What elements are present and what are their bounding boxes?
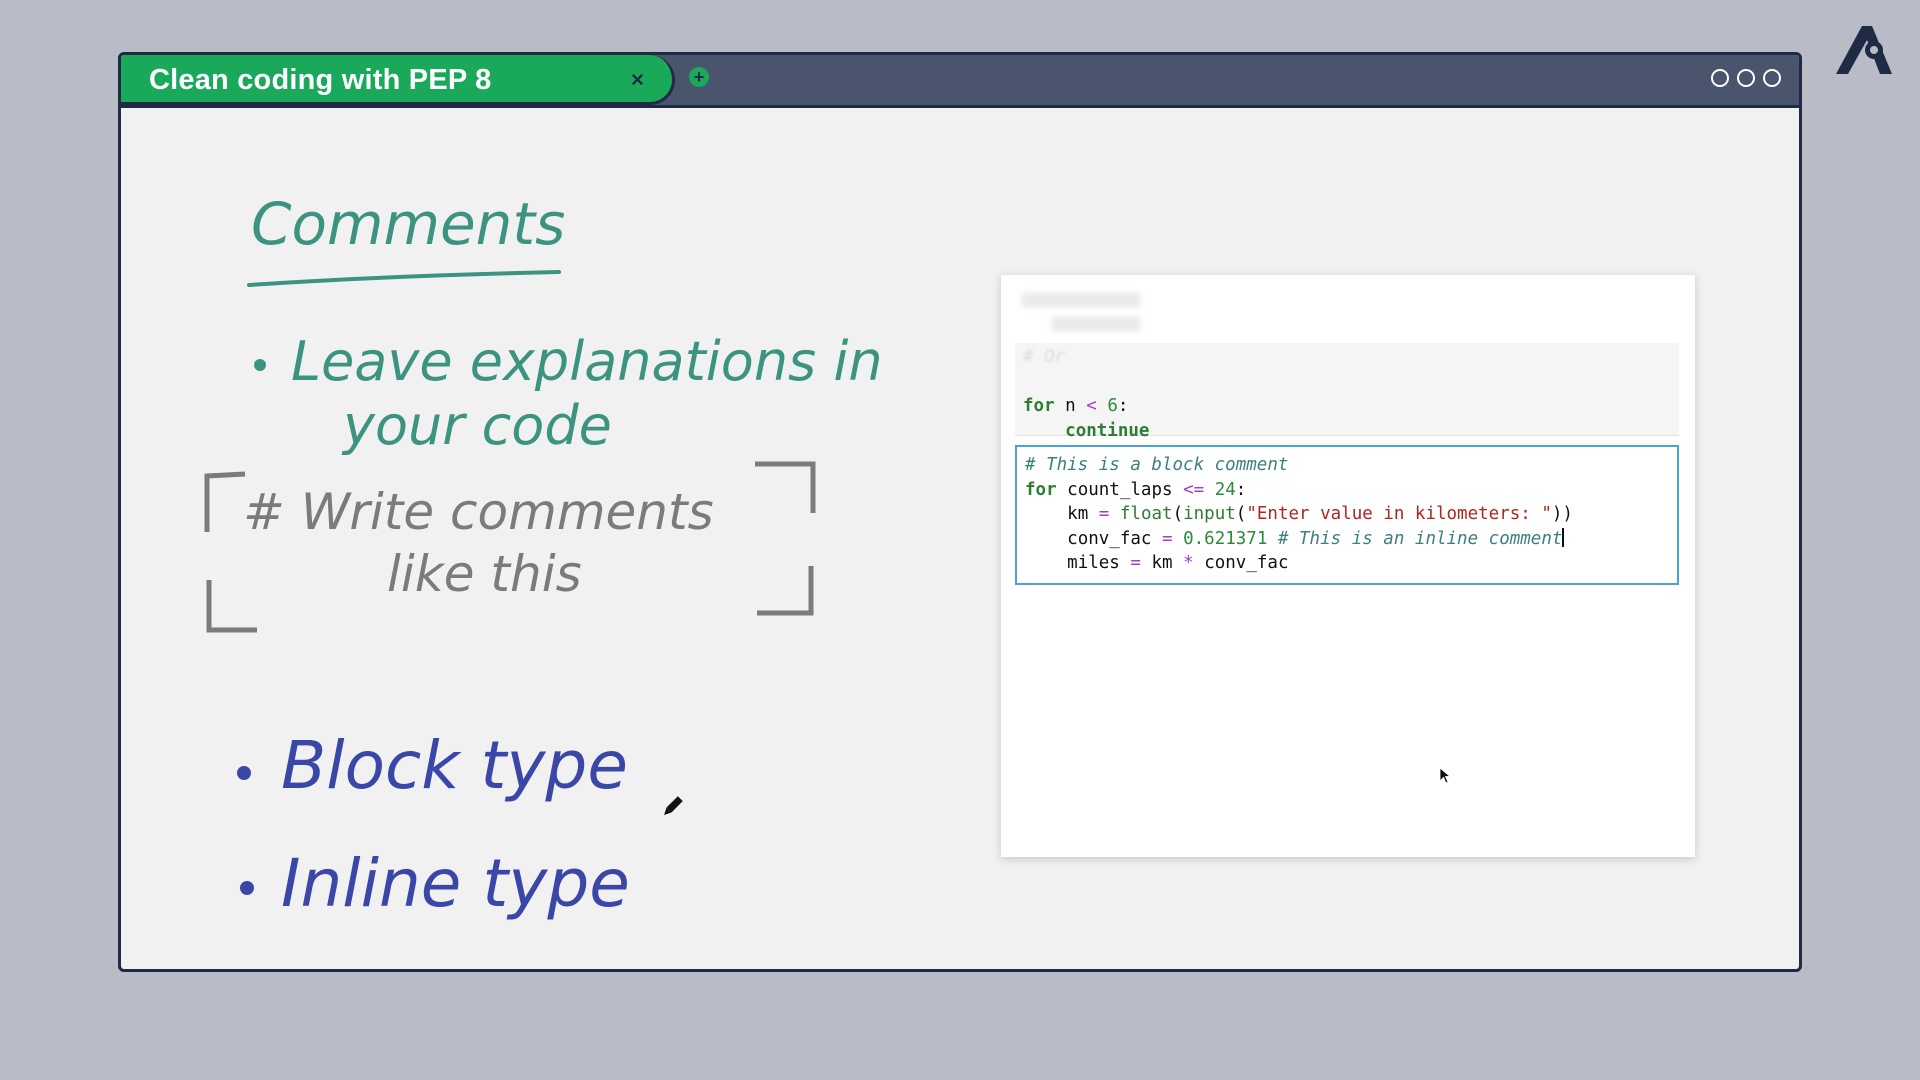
inline-comment: # This is an inline comment <box>1277 528 1563 549</box>
number-literal: 24 <box>1214 479 1236 500</box>
identifier: n <box>1065 396 1076 416</box>
brand-logo-icon <box>1836 26 1892 74</box>
punctuation: )) <box>1551 504 1573 524</box>
window-dot-icon[interactable] <box>1737 69 1755 87</box>
title-bar: Clean coding with PEP 8 × + <box>121 55 1799 108</box>
code-line: km = float(input("Enter value in kilomet… <box>1025 502 1677 527</box>
punctuation: ( <box>1235 504 1247 524</box>
example-line-1: # Write comments <box>243 483 714 541</box>
operator: < <box>1086 396 1097 416</box>
identifier: km <box>1151 553 1173 573</box>
code-line: for count_laps <= 24: <box>1025 478 1677 503</box>
number-literal: 6 <box>1107 396 1118 416</box>
bullet-dot <box>240 881 254 895</box>
code-line: for n < 6: <box>1023 394 1679 419</box>
code-line-block-comment: # This is a block comment <box>1025 455 1289 475</box>
bullet-3-inline-type: Inline type <box>281 845 630 922</box>
identifier: conv_fac <box>1067 528 1152 549</box>
bullet-1-line-1: Leave explanations in <box>291 330 883 393</box>
tab-clean-coding[interactable]: Clean coding with PEP 8 × <box>121 55 675 105</box>
tab-title: Clean coding with PEP 8 <box>149 64 492 96</box>
builtin: float <box>1119 504 1173 524</box>
operator: = <box>1130 553 1141 573</box>
code-line: continue <box>1023 419 1679 444</box>
code-line: conv_fac = 0.621371 # This is an inline … <box>1025 527 1677 552</box>
keyword: for <box>1023 396 1055 416</box>
identifier: km <box>1067 504 1089 524</box>
app-window: Clean coding with PEP 8 × + Comments Lea… <box>118 52 1802 972</box>
heading-underline <box>247 270 561 287</box>
code-cell-previous[interactable]: # Or for n < 6: continue <box>1015 343 1679 441</box>
bullet-2-block-type: Block type <box>281 727 628 804</box>
punctuation: : <box>1235 479 1247 500</box>
window-dot-icon[interactable] <box>1711 69 1729 87</box>
text-caret <box>1562 527 1565 547</box>
code-cell-active[interactable]: # This is a block comment for count_laps … <box>1015 445 1679 585</box>
operator: = <box>1098 504 1110 524</box>
new-tab-plus-icon[interactable]: + <box>689 67 709 87</box>
identifier: count_laps <box>1067 479 1173 500</box>
blurred-header <box>1021 293 1141 341</box>
bracket-bottom-right <box>757 566 814 616</box>
operator: <= <box>1183 479 1205 500</box>
keyword: for <box>1025 479 1057 500</box>
code-line: miles = km * conv_fac <box>1025 551 1677 576</box>
number-literal: 0.621371 <box>1183 528 1268 549</box>
punctuation: : <box>1117 396 1129 416</box>
example-line-2: like this <box>387 545 582 603</box>
builtin: input <box>1183 504 1236 524</box>
operator: * <box>1183 553 1194 573</box>
keyword: continue <box>1065 420 1150 441</box>
bullet-dot <box>254 359 266 371</box>
bullet-1-line-2: your code <box>341 394 612 457</box>
window-dot-icon[interactable] <box>1763 69 1781 87</box>
window-controls <box>1711 69 1781 87</box>
bullet-dot <box>237 766 251 780</box>
operator: = <box>1162 528 1173 549</box>
identifier: conv_fac <box>1204 553 1289 573</box>
mouse-pointer-icon <box>1439 767 1451 784</box>
bracket-top-left <box>204 471 246 532</box>
heading-comments: Comments <box>251 190 565 258</box>
notebook-panel: # Or for n < 6: continue # This is a blo… <box>1001 275 1695 857</box>
code-line: # Or <box>1023 347 1066 367</box>
bracket-bottom-left <box>206 580 257 633</box>
identifier: miles <box>1067 553 1120 573</box>
tab-close-icon[interactable]: × <box>631 65 644 95</box>
pencil-cursor-icon <box>664 796 683 815</box>
bracket-top-right <box>755 461 816 513</box>
string-literal: "Enter value in kilometers: " <box>1246 504 1552 524</box>
punctuation: ( <box>1172 504 1184 524</box>
